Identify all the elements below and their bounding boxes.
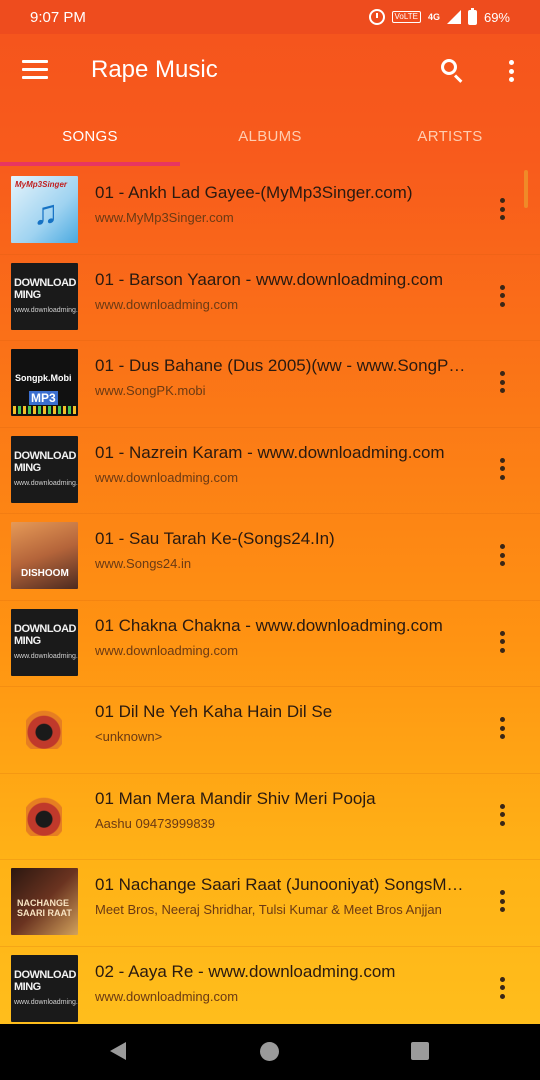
song-more-options-icon[interactable]	[495, 976, 509, 999]
app-bar: Rape Music	[0, 34, 540, 106]
tab-indicator	[0, 162, 180, 166]
song-subtitle: Aashu 09473999839	[95, 815, 216, 831]
album-art: Songpk.Mobi MP3	[11, 349, 78, 416]
song-more-options-icon[interactable]	[495, 803, 509, 826]
album-art-label: MyMp3Singer	[15, 180, 68, 189]
album-art: DOWNLOAD MINGwww.downloadming.com	[11, 262, 78, 330]
song-list-item[interactable]: DOWNLOAD MINGwww.downloadming.com01 Chak…	[0, 601, 540, 687]
album-art: DOWNLOAD MINGwww.downloadming.com	[11, 608, 78, 676]
menu-icon[interactable]	[22, 60, 48, 80]
song-subtitle: <unknown>	[95, 729, 163, 744]
song-more-options-icon[interactable]	[495, 544, 509, 566]
signal-icon	[446, 10, 461, 24]
album-art: DOWNLOAD MINGwww.downloadming.com	[11, 435, 78, 503]
status-icons: VoLTE 4G 69%	[368, 7, 510, 25]
song-list-item[interactable]: MyMp3Singer ♫ 01 - Ankh Lad Gayee-(MyMp3Si…	[0, 168, 540, 255]
song-title: 02 - Aaya Re - www.downloadming.com	[95, 961, 396, 981]
song-title: 01 - Barson Yaaron - www.downloadming.co…	[95, 269, 444, 289]
song-more-options-icon[interactable]	[495, 717, 509, 739]
tab-songs[interactable]: SONGS	[0, 106, 180, 166]
alarm-icon	[368, 9, 385, 25]
song-list-item[interactable]: NACHANGE SAARI RAAT 01 Nachange Saari Raa…	[0, 860, 540, 947]
screen: 9:07 PM VoLTE 4G 69% Rape Music SONGS AL…	[0, 0, 540, 1080]
song-more-options-icon[interactable]	[495, 284, 509, 307]
album-art: DOWNLOAD MINGwww.downloadming.com	[11, 954, 78, 1022]
album-art-label: NACHANGE SAARI RAAT	[17, 898, 72, 918]
battery-percent: 69%	[483, 9, 510, 25]
album-art	[11, 695, 78, 762]
more-vertical-icon[interactable]	[503, 58, 519, 84]
song-subtitle: Meet Bros, Neeraj Shridhar, Tulsi Kumar …	[95, 902, 442, 917]
song-list-item[interactable]: 01 Man Mera Mandir Shiv Meri Pooja Aashu …	[0, 774, 540, 860]
back-icon[interactable]	[110, 1042, 126, 1060]
tab-artists[interactable]: ARTISTS	[360, 106, 540, 166]
song-title: 01 - Sau Tarah Ke-(Songs24.In)	[95, 529, 335, 548]
song-list: MyMp3Singer ♫ 01 - Ankh Lad Gayee-(MyMp3Si…	[0, 168, 540, 1033]
song-subtitle: www.MyMp3Singer.com	[95, 210, 234, 225]
album-art	[11, 782, 78, 849]
album-art-label: DISHOOM	[21, 568, 69, 579]
battery-icon	[467, 7, 477, 25]
song-title: 01 Dil Ne Yeh Kaha Hain Dil Se	[95, 702, 333, 721]
album-art-label: DOWNLOAD MING	[14, 968, 77, 993]
song-list-item[interactable]: DOWNLOAD MINGwww.downloadming.com01 - Ba…	[0, 255, 540, 341]
song-title: 01 - Ankh Lad Gayee-(MyMp3Singer.com)	[95, 183, 413, 202]
song-subtitle: www.downloadming.com	[95, 469, 239, 485]
song-subtitle: www.downloadming.com	[95, 642, 239, 658]
song-subtitle: www.Songs24.in	[95, 556, 192, 571]
song-list-item[interactable]: 01 Dil Ne Yeh Kaha Hain Dil Se <unknown>	[0, 687, 540, 774]
song-more-options-icon[interactable]	[495, 630, 509, 653]
song-subtitle: www.downloadming.com	[95, 296, 239, 312]
album-art-label: DOWNLOAD MING	[14, 276, 77, 301]
song-list-item[interactable]: DISHOOM 01 - Sau Tarah Ke-(Songs24.In) www…	[0, 514, 540, 601]
album-art: NACHANGE SAARI RAAT	[11, 868, 78, 935]
album-art: DISHOOM	[11, 522, 78, 589]
song-list-item[interactable]: Songpk.Mobi MP3 01 - Dus Bahane (Dus 2005)…	[0, 341, 540, 428]
recents-icon[interactable]	[411, 1042, 429, 1060]
song-subtitle: www.SongPK.mobi	[95, 383, 206, 398]
search-icon[interactable]	[440, 58, 466, 84]
album-art: MyMp3Singer ♫	[11, 176, 78, 243]
guitar-icon	[26, 793, 62, 836]
tab-albums[interactable]: ALBUMS	[180, 106, 360, 166]
home-icon[interactable]	[260, 1042, 279, 1061]
album-art-label: Songpk.Mobi	[15, 373, 72, 383]
song-list-item[interactable]: DOWNLOAD MINGwww.downloadming.com01 - Na…	[0, 428, 540, 514]
song-title: 01 Chakna Chakna - www.downloadming.com	[95, 615, 443, 635]
tab-bar: SONGS ALBUMS ARTISTS	[0, 106, 540, 166]
song-list-item[interactable]: DOWNLOAD MINGwww.downloadming.com02 - Aa…	[0, 947, 540, 1033]
network-4g-icon: 4G	[427, 12, 440, 22]
album-art-label: DOWNLOAD MING	[14, 622, 77, 647]
music-note-icon: ♫	[33, 194, 59, 232]
song-more-options-icon[interactable]	[495, 371, 509, 393]
status-time: 9:07 PM	[30, 8, 86, 26]
song-subtitle: www.downloadming.com	[95, 988, 239, 1004]
song-more-options-icon[interactable]	[495, 890, 509, 912]
status-bar: 9:07 PM VoLTE 4G 69%	[0, 0, 540, 34]
song-more-options-icon[interactable]	[495, 198, 509, 220]
navigation-bar	[0, 1024, 540, 1080]
song-title: 01 - Dus Bahane (Dus 2005)(ww - www.Song…	[95, 356, 470, 375]
guitar-icon	[26, 707, 62, 749]
song-title: 01 - Nazrein Karam - www.downloadming.co…	[95, 442, 445, 462]
volte-icon: VoLTE	[391, 11, 421, 23]
song-title: 01 Man Mera Mandir Shiv Meri Pooja	[95, 788, 376, 808]
song-title: 01 Nachange Saari Raat (Junooniyat) Song…	[95, 875, 470, 894]
song-more-options-icon[interactable]	[495, 457, 509, 480]
app-title: Rape Music	[91, 56, 218, 83]
album-art-label: DOWNLOAD MING	[14, 449, 77, 474]
